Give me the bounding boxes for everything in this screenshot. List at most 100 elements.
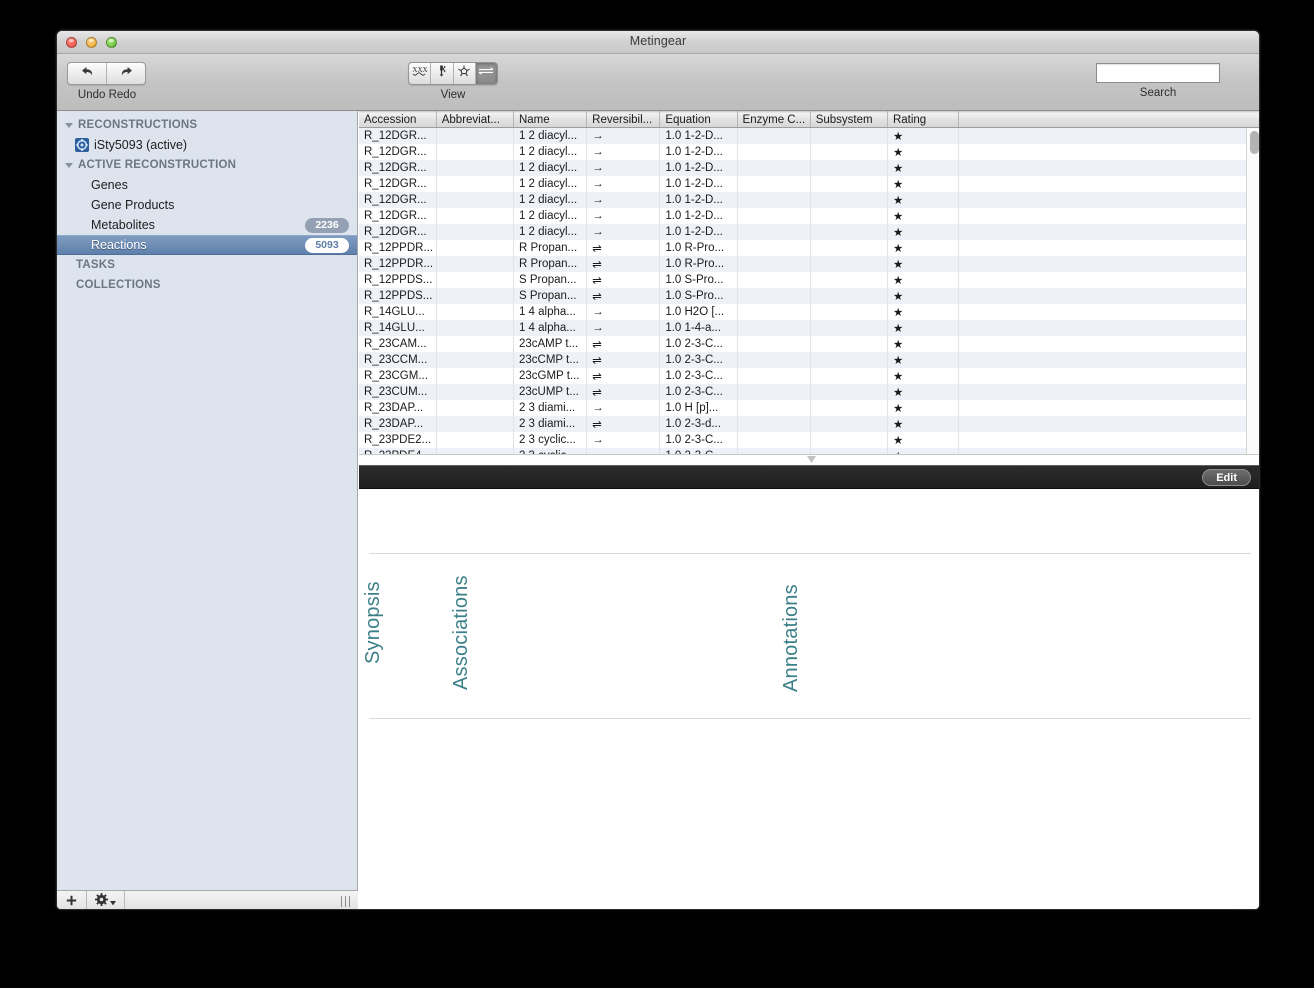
resize-grip-icon[interactable]	[341, 896, 350, 907]
column-header-subsystem[interactable]: Subsystem	[810, 111, 888, 128]
filler-cell	[958, 367, 1259, 384]
subsystem-cell	[810, 431, 888, 448]
table-row[interactable]: R_12PPDR... R Propan... ⇌ 1.0 R‑Pro... ★	[359, 239, 1259, 256]
equation-cell: 1.0 1‑2‑D...	[659, 159, 738, 176]
sidebar-header-collections[interactable]: COLLECTIONS	[57, 275, 357, 295]
view-segment-metabolite[interactable]	[454, 63, 476, 84]
table-row[interactable]: R_23DAP... 2 3 diami... → 1.0 H [p]... ★	[359, 399, 1259, 416]
sidebar-header-reconstructions[interactable]: RECONSTRUCTIONS	[57, 115, 357, 135]
redo-button[interactable]	[107, 63, 145, 84]
enzyme-class-cell	[737, 287, 811, 304]
abbreviation-cell	[436, 271, 514, 288]
table-resize-handle[interactable]	[807, 456, 816, 463]
table-row[interactable]: R_12DGR... 1 2 diacyl... → 1.0 1‑2‑D... ★	[359, 223, 1259, 240]
detail-pane-inner: Synopsis Associations Annotations	[362, 489, 1251, 893]
equation-cell: 1.0 2‑3‑C...	[659, 431, 738, 448]
view-segment-gene-sequence[interactable]: XXX	[409, 63, 432, 84]
filler-cell	[958, 287, 1259, 304]
accession-cell: R_12PPDR...	[359, 255, 437, 272]
column-header-abbreviation[interactable]: Abbreviat...	[436, 111, 514, 128]
rating-cell: ★	[887, 303, 960, 320]
table-row[interactable]: R_12DGR... 1 2 diacyl... → 1.0 1‑2‑D... ★	[359, 175, 1259, 192]
filler-cell	[958, 159, 1259, 176]
table-row[interactable]: R_14GLU... 1 4 alpha... → 1.0 H2O [... ★	[359, 303, 1259, 320]
enzyme-class-cell	[737, 431, 811, 448]
abbreviation-cell	[436, 223, 514, 240]
sidebar-item-reactions[interactable]: Reactions 5093	[57, 235, 357, 255]
subsystem-cell	[810, 383, 888, 400]
accession-cell: R_23CGM...	[359, 367, 437, 384]
name-cell: 1 2 diacyl...	[513, 223, 588, 240]
enzyme-class-cell	[737, 335, 811, 352]
reversibility-cell: →	[586, 399, 661, 416]
table-row[interactable]: R_23CGM... 23cGMP t... ⇌ 1.0 2‑3‑C... ★	[359, 367, 1259, 384]
equation-cell: 1.0 1‑2‑D...	[659, 143, 738, 160]
sidebar-header-active-reconstruction[interactable]: ACTIVE RECONSTRUCTION	[57, 155, 357, 175]
sidebar-item-genes[interactable]: Genes	[57, 175, 357, 195]
column-header-enzyme-class[interactable]: Enzyme C...	[737, 111, 811, 128]
sidebar-item-isty5093[interactable]: iSty5093 (active)	[57, 135, 357, 155]
filler-cell	[958, 143, 1259, 160]
accession-cell: R_12DGR...	[359, 207, 437, 224]
table-row[interactable]: R_12DGR... 1 2 diacyl... → 1.0 1‑2‑D... ★	[359, 127, 1259, 144]
sidebar-item-gene-products[interactable]: Gene Products	[57, 195, 357, 215]
sidebar-item-label: Gene Products	[91, 198, 175, 212]
enzyme-class-cell	[737, 143, 811, 160]
view-segment-reaction[interactable]	[475, 63, 497, 84]
table-horizontal-scrollbar[interactable]	[359, 454, 1259, 465]
table-scrollbar-thumb[interactable]	[1250, 131, 1259, 154]
name-cell: 1 2 diacyl...	[513, 159, 588, 176]
view-caption: View	[440, 89, 466, 101]
table-row[interactable]: R_12DGR... 1 2 diacyl... → 1.0 1‑2‑D... ★	[359, 159, 1259, 176]
filler-cell	[958, 351, 1259, 368]
table-row[interactable]: R_12PPDR... R Propan... ⇌ 1.0 R‑Pro... ★	[359, 255, 1259, 272]
rating-cell: ★	[887, 351, 960, 368]
view-segment-gene-product[interactable]	[431, 63, 454, 84]
table-row[interactable]: R_12DGR... 1 2 diacyl... → 1.0 1‑2‑D... ★	[359, 207, 1259, 224]
sidebar-badge-reactions: 5093	[305, 237, 349, 253]
enzyme-class-cell	[737, 191, 811, 208]
search-field[interactable]	[1096, 63, 1220, 83]
reversibility-cell: ⇌	[586, 351, 661, 368]
table-row[interactable]: R_14GLU... 1 4 alpha... → 1.0 1‑4‑a... ★	[359, 319, 1259, 336]
table-row[interactable]: R_23DAP... 2 3 diami... ⇌ 1.0 2‑3‑d... ★	[359, 415, 1259, 432]
add-button[interactable]	[57, 891, 87, 909]
sidebar-item-metabolites[interactable]: Metabolites 2236	[57, 215, 357, 235]
table-vertical-scrollbar[interactable]	[1246, 128, 1259, 455]
subsystem-cell	[810, 271, 888, 288]
action-menu-button[interactable]	[87, 891, 125, 909]
name-cell: 23cGMP t...	[513, 367, 588, 384]
equation-cell: 1.0 H2O [...	[659, 303, 738, 320]
table-row[interactable]: R_12DGR... 1 2 diacyl... → 1.0 1‑2‑D... ★	[359, 143, 1259, 160]
column-header-reversibility[interactable]: Reversibil...	[586, 111, 661, 128]
equation-cell: 1.0 2‑3‑d...	[659, 415, 738, 432]
edit-button[interactable]: Edit	[1202, 469, 1251, 486]
column-header-rating[interactable]: Rating	[887, 111, 960, 128]
enzyme-class-cell	[737, 367, 811, 384]
search-input[interactable]	[1097, 65, 1219, 83]
table-row[interactable]: R_12PPDS... S Propan... ⇌ 1.0 S‑Pro... ★	[359, 287, 1259, 304]
equation-cell: 1.0 H [p]...	[659, 399, 738, 416]
undo-button[interactable]	[68, 63, 107, 84]
table-row[interactable]: R_12PPDS... S Propan... ⇌ 1.0 S‑Pro... ★	[359, 271, 1259, 288]
subsystem-cell	[810, 351, 888, 368]
column-header-filler[interactable]	[958, 111, 1259, 128]
sidebar-header-tasks[interactable]: TASKS	[57, 255, 357, 275]
chevron-down-icon	[65, 162, 73, 168]
reversibility-cell: →	[586, 143, 661, 160]
column-header-name[interactable]: Name	[513, 111, 588, 128]
column-header-accession[interactable]: Accession	[359, 111, 437, 128]
subsystem-cell	[810, 191, 888, 208]
table-row[interactable]: R_23PDE2... 2 3 cyclic... → 1.0 2‑3‑C... ★	[359, 431, 1259, 448]
table-row[interactable]: R_23CUM... 23cUMP t... ⇌ 1.0 2‑3‑C... ★	[359, 383, 1259, 400]
reversibility-cell: ⇌	[586, 287, 661, 304]
table-row[interactable]: R_23CCM... 23cCMP t... ⇌ 1.0 2‑3‑C... ★	[359, 351, 1259, 368]
rating-cell: ★	[887, 271, 960, 288]
table-row[interactable]: R_12DGR... 1 2 diacyl... → 1.0 1‑2‑D... ★	[359, 191, 1259, 208]
accession-cell: R_12PPDS...	[359, 287, 437, 304]
name-cell: S Propan...	[513, 271, 588, 288]
name-cell: 2 3 cyclic...	[513, 431, 588, 448]
table-row[interactable]: R_23CAM... 23cAMP t... ⇌ 1.0 2‑3‑C... ★	[359, 335, 1259, 352]
sidebar-badge-metabolites: 2236	[305, 217, 349, 233]
column-header-equation[interactable]: Equation	[659, 111, 738, 128]
